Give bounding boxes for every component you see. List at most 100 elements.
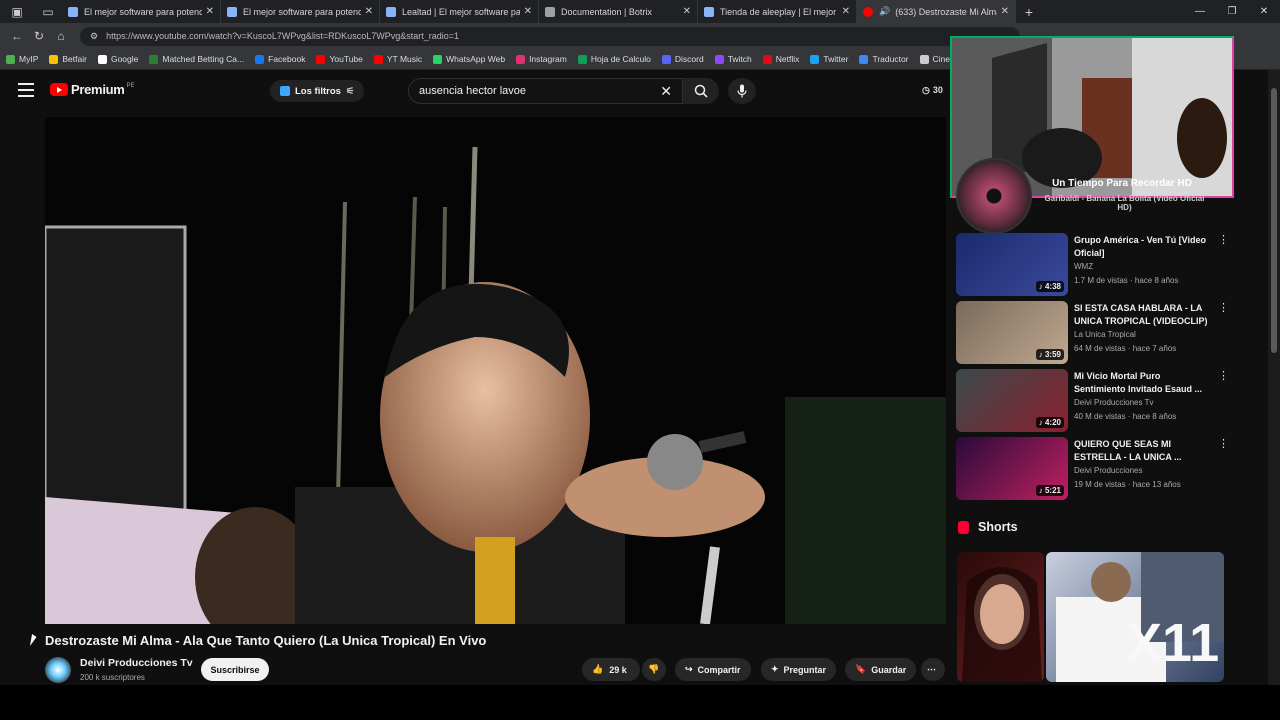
like-button[interactable]: 👍 29 k (582, 658, 640, 681)
bookmark-item[interactable]: WhatsApp Web (433, 54, 505, 64)
more-vertical-icon[interactable]: ⋮ (1218, 233, 1229, 246)
subscribe-button[interactable]: Suscribirse (201, 658, 269, 681)
filters-chip[interactable]: Los filtros ⚟ (270, 80, 365, 102)
speaker-icon[interactable]: 🔊 (879, 6, 890, 17)
now-playing-overlay: Un Tiempo Para Recordar HD Garibaldi - B… (956, 158, 1226, 234)
ask-button[interactable]: ✦ Preguntar (761, 658, 837, 681)
bookmark-item[interactable]: Discord (661, 54, 704, 64)
browser-tabbar: ▣ ▭ El mejor software para potenciar ✕ El… (0, 0, 1280, 23)
voice-search-button[interactable] (728, 78, 756, 104)
duration-badge: ♪ 4:20 (1035, 417, 1064, 428)
bookmark-item[interactable]: Traductor (859, 54, 909, 64)
bookmark-item[interactable]: Twitch (714, 54, 752, 64)
tab-actions-icon[interactable]: ▭ (34, 5, 62, 19)
channel-row: Deivi Producciones Tv 200 k suscriptores… (45, 655, 950, 685)
related-video-channel[interactable]: Deivi Producciones Tv (1074, 398, 1153, 407)
workspaces-icon[interactable]: ▣ (0, 5, 34, 19)
home-icon[interactable]: ⌂ (50, 29, 72, 43)
browser-tab-active[interactable]: 🔊 (633) Destrozaste Mi Alma - ✕ (857, 0, 1016, 23)
window-controls: — ❐ ✕ (1184, 0, 1280, 23)
bookmark-item[interactable]: Hoja de Calculo (577, 54, 651, 64)
bookmark-item[interactable]: Betfair (49, 54, 87, 64)
youtube-premium-logo[interactable]: Premium PE (50, 82, 135, 97)
maximize-icon[interactable]: ❐ (1216, 0, 1248, 23)
now-playing-subtitle: Garibaldi - Banana La Bolita (Video Ofic… (1044, 194, 1205, 212)
browser-tab[interactable]: Tienda de aleeplay | El mejor soft✕ (698, 0, 857, 23)
related-video-item[interactable]: ♪ 5:21 QUIERO QUE SEAS MI ESTRELLA - LA U… (956, 437, 1256, 501)
related-video-title[interactable]: Grupo América - Ven Tú [Video Oficial] (1074, 234, 1214, 259)
browser-tab[interactable]: Documentation | Botrix ✕ (539, 0, 698, 23)
video-thumbnail[interactable]: ♪ 3:59 (956, 301, 1068, 364)
browser-tab[interactable]: El mejor software para potenciar ✕ (221, 0, 380, 23)
dislike-button[interactable]: 👎 (642, 658, 666, 681)
short-thumbnail[interactable] (957, 552, 1044, 682)
bookmark-favicon-icon (433, 54, 443, 64)
video-thumbnail[interactable]: ♪ 4:38 (956, 233, 1068, 296)
minimize-icon[interactable]: — (1184, 0, 1216, 23)
tab-favicon-icon (704, 6, 714, 17)
close-tab-icon[interactable]: ✕ (683, 6, 691, 17)
thumbs-down-icon: 👎 (648, 664, 660, 674)
related-video-channel[interactable]: Deivi Producciones (1074, 466, 1142, 475)
search-button[interactable] (683, 78, 719, 104)
bookmark-favicon-icon (859, 54, 869, 64)
video-player[interactable] (45, 117, 946, 624)
close-tab-icon[interactable]: ✕ (524, 6, 532, 17)
bookmark-item[interactable]: Facebook (255, 54, 305, 64)
save-button[interactable]: 🔖 Guardar (845, 658, 917, 681)
channel-name[interactable]: Deivi Producciones Tv (80, 657, 193, 669)
related-video-title[interactable]: SI ESTA CASA HABLARA - LA UNICA TROPICAL… (1074, 302, 1214, 327)
video-thumbnail[interactable]: ♪ 4:20 (956, 369, 1068, 432)
more-vertical-icon[interactable]: ⋮ (1218, 437, 1229, 450)
bookmark-favicon-icon (373, 54, 383, 64)
close-tab-icon[interactable]: ✕ (1001, 6, 1009, 17)
browser-tab[interactable]: Lealtad | El mejor software para p✕ (380, 0, 539, 23)
taskbar-area (0, 685, 1280, 720)
related-video-item[interactable]: ♪ 4:20 Mi Vicio Mortal Puro Sentimiento I… (956, 369, 1256, 433)
related-video-meta: 64 M de vistas · hace 7 años (1074, 344, 1177, 353)
video-thumbnail[interactable]: ♪ 5:21 (956, 437, 1068, 500)
clear-search-icon[interactable]: ✕ (660, 83, 672, 100)
related-video-channel[interactable]: WMZ (1074, 262, 1093, 271)
bookmark-item[interactable]: Twitter (810, 54, 848, 64)
tab-favicon-icon (386, 6, 396, 17)
bookmark-item[interactable]: Google (97, 54, 138, 64)
vinyl-disc-icon (956, 158, 1032, 234)
close-window-icon[interactable]: ✕ (1248, 0, 1280, 23)
scrollbar-thumb[interactable] (1271, 88, 1277, 353)
shorts-heading: Shorts (958, 520, 1018, 534)
bookmark-favicon-icon (49, 54, 59, 64)
reload-icon[interactable]: ↻ (28, 29, 50, 43)
close-tab-icon[interactable]: ✕ (842, 6, 850, 17)
close-tab-icon[interactable]: ✕ (365, 6, 373, 17)
related-video-channel[interactable]: La Unica Tropical (1074, 330, 1136, 339)
share-icon: ↪ (685, 664, 693, 674)
related-video-title[interactable]: QUIERO QUE SEAS MI ESTRELLA - LA UNICA .… (1074, 438, 1214, 463)
browser-tab[interactable]: El mejor software para potenciar ✕ (62, 0, 221, 23)
bookmark-item[interactable]: YouTube (316, 54, 363, 64)
bookmark-favicon-icon (316, 54, 326, 64)
back-icon[interactable]: ← (6, 29, 28, 43)
page-scrollbar[interactable] (1268, 70, 1280, 685)
related-video-item[interactable]: ♪ 3:59 SI ESTA CASA HABLARA - LA UNICA TR… (956, 301, 1256, 365)
bookmark-favicon-icon (516, 54, 526, 64)
search-input[interactable]: ausencia hector lavoe ✕ (408, 78, 683, 104)
more-vertical-icon[interactable]: ⋮ (1218, 369, 1229, 382)
bookmark-item[interactable]: MyIP (6, 54, 38, 64)
bookmark-item[interactable]: YT Music (373, 54, 422, 64)
close-tab-icon[interactable]: ✕ (206, 6, 214, 17)
channel-avatar[interactable] (45, 657, 71, 683)
bookmark-item[interactable]: Matched Betting Ca... (149, 54, 244, 64)
related-video-item[interactable]: ♪ 4:38 Grupo América - Ven Tú [Video Ofic… (956, 233, 1256, 297)
more-vertical-icon[interactable]: ⋮ (1218, 301, 1229, 314)
menu-icon[interactable] (18, 83, 34, 97)
more-actions-button[interactable]: ⋯ (921, 658, 945, 681)
url-field[interactable]: ⚙ https://www.youtube.com/watch?v=KuscoL… (80, 26, 1020, 46)
site-info-icon[interactable]: ⚙ (90, 31, 98, 42)
related-video-title[interactable]: Mi Vicio Mortal Puro Sentimiento Invitad… (1074, 370, 1214, 395)
bookmark-item[interactable]: Netflix (762, 54, 799, 64)
new-tab-icon[interactable]: + (1016, 4, 1042, 20)
short-thumbnail[interactable]: x11 (1046, 552, 1224, 682)
bookmark-item[interactable]: Instagram (516, 54, 567, 64)
share-button[interactable]: ↪ Compartir (675, 658, 751, 681)
